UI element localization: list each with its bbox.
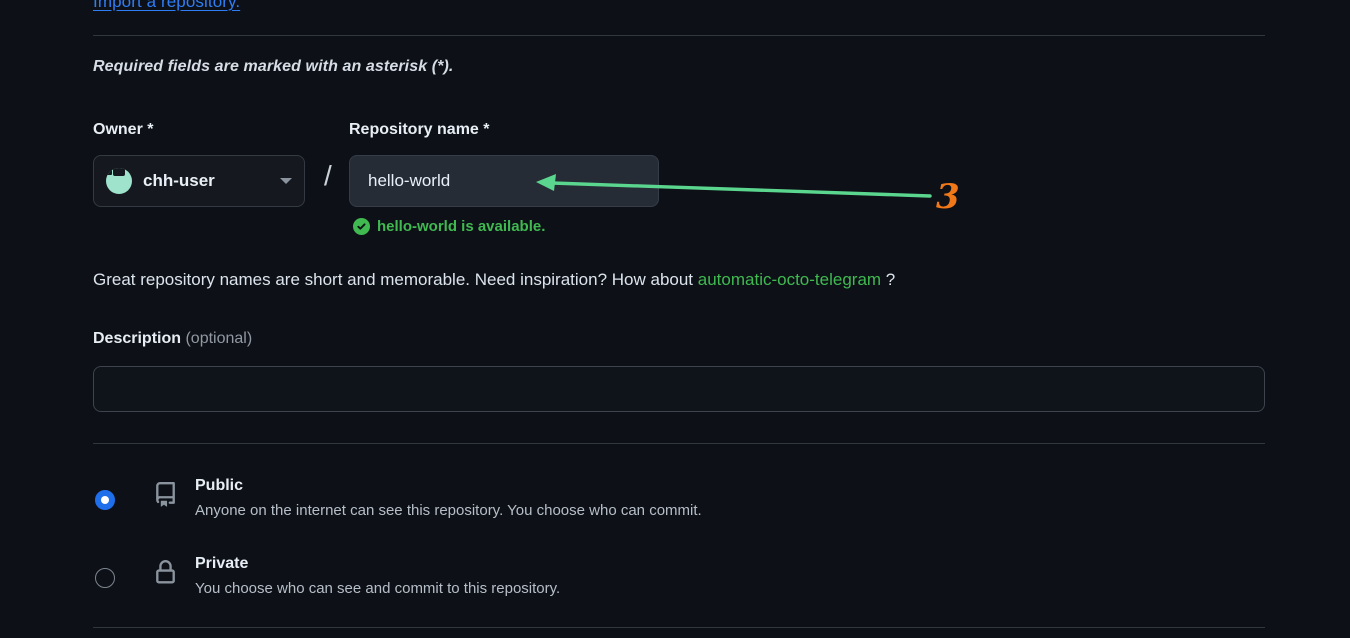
import-repository-link[interactable]: Import a repository. <box>93 0 240 12</box>
divider-bottom <box>93 627 1265 628</box>
radio-public[interactable] <box>95 490 115 510</box>
repository-name-hint: Great repository names are short and mem… <box>93 270 895 290</box>
visibility-public-title: Public <box>195 477 244 494</box>
repository-name-label: Repository name * <box>349 121 490 138</box>
visibility-public-text: Public Anyone on the internet can see th… <box>195 476 702 520</box>
path-separator: / <box>324 160 332 191</box>
description-optional-text: (optional) <box>185 330 253 347</box>
create-repository-page: Import a repository. Required fields are… <box>0 0 1350 638</box>
repository-name-input[interactable] <box>349 155 659 207</box>
visibility-option-private[interactable]: Private You choose who can see and commi… <box>93 554 560 598</box>
repo-icon <box>151 482 179 507</box>
annotation-overlay: 3 <box>0 0 1350 638</box>
description-label-text: Description <box>93 330 182 347</box>
owner-select[interactable]: chh-user <box>93 155 305 207</box>
annotation-step-number: 3 <box>936 177 960 217</box>
visibility-private-text: Private You choose who can see and commi… <box>195 554 560 598</box>
user-avatar-icon <box>106 168 132 194</box>
divider-top <box>93 35 1265 36</box>
availability-message: hello-world is available. <box>377 218 546 235</box>
visibility-private-title: Private <box>195 555 249 572</box>
radio-private[interactable] <box>95 568 115 588</box>
chevron-down-icon <box>280 178 292 184</box>
hint-suffix: ? <box>881 270 896 289</box>
hint-prefix: Great repository names are short and mem… <box>93 270 698 289</box>
owner-selected-name: chh-user <box>143 171 215 190</box>
description-label: Description (optional) <box>93 330 252 348</box>
lock-icon <box>151 560 179 585</box>
owner-label: Owner * <box>93 121 154 138</box>
visibility-public-description: Anyone on the internet can see this repo… <box>195 501 702 519</box>
description-input[interactable] <box>93 366 1265 412</box>
name-availability-status: hello-world is available. <box>353 218 545 235</box>
required-fields-note: Required fields are marked with an aster… <box>93 58 454 75</box>
visibility-private-description: You choose who can see and commit to thi… <box>195 579 561 597</box>
visibility-option-public[interactable]: Public Anyone on the internet can see th… <box>93 476 702 520</box>
check-circle-icon <box>353 218 370 235</box>
divider-middle <box>93 443 1265 444</box>
suggested-name-link[interactable]: automatic-octo-telegram <box>698 270 881 289</box>
